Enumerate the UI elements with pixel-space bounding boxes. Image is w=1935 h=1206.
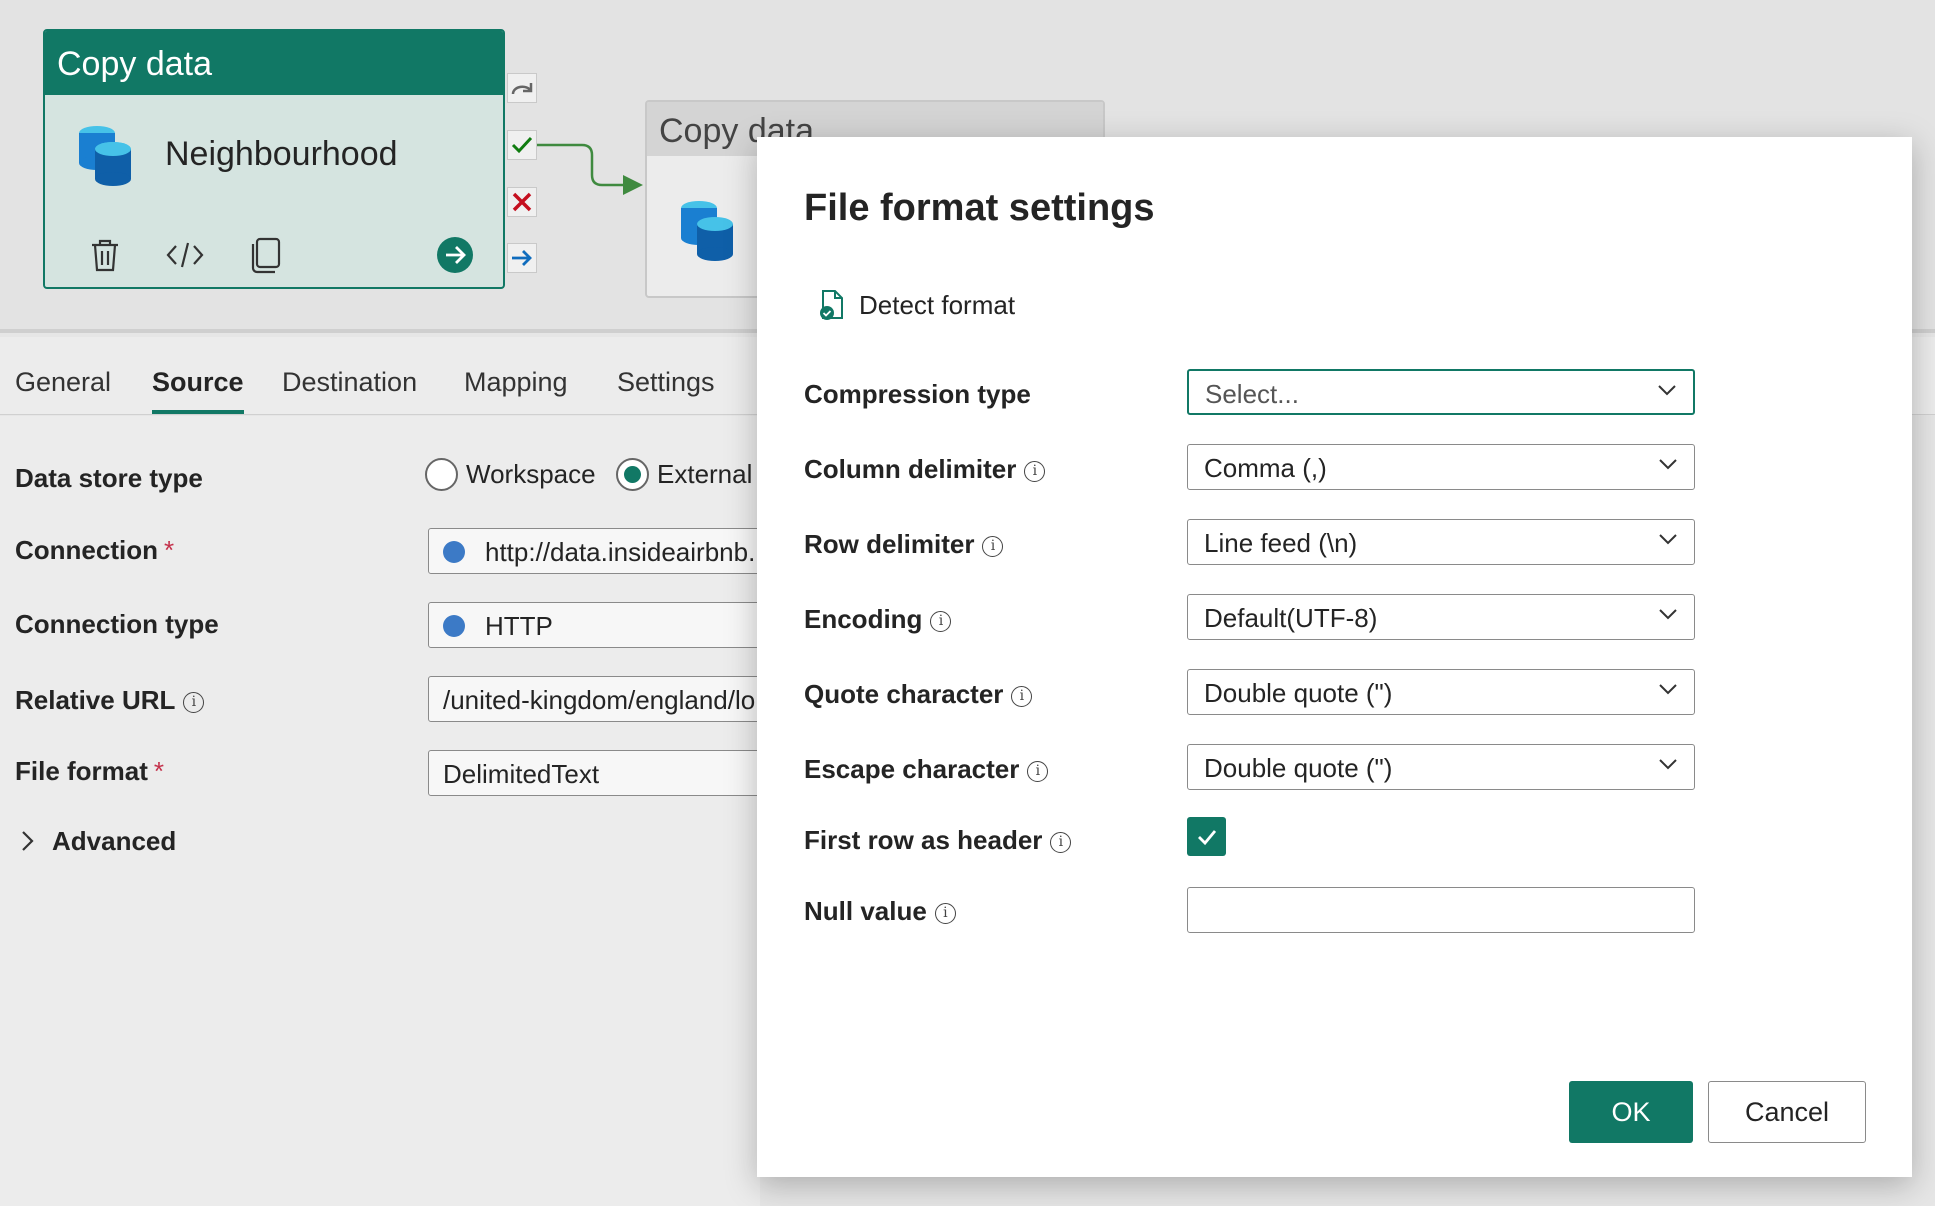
file-format-settings-dialog: File format settings Detect format Compr… [757,137,1912,1177]
escape-character-label: Escape character i [804,754,1049,785]
connection-value: http://data.insideairbnb. [485,537,756,567]
tab-mapping[interactable]: Mapping [464,367,568,410]
quote-character-label: Quote character i [804,679,1033,710]
checkmark-icon [1197,829,1216,845]
connection-type-select[interactable]: HTTP [428,602,768,648]
info-icon[interactable]: i [1050,832,1072,853]
encoding-label: Encoding i [804,604,952,635]
tab-settings[interactable]: Settings [617,367,715,410]
chevron-down-icon [1659,684,1677,695]
on-completion-connector-icon[interactable] [507,243,537,273]
required-mark: * [153,756,165,786]
cancel-button[interactable]: Cancel [1708,1081,1866,1143]
encoding-value: Default(UTF-8) [1204,603,1378,633]
row-delimiter-dropdown[interactable]: Line feed (\n) [1187,519,1695,565]
database-icon [681,201,733,261]
escape-character-dropdown[interactable]: Double quote (") [1187,744,1695,790]
relative-url-label: Relative URL i [15,685,205,716]
required-mark: * [164,535,175,565]
info-icon[interactable]: i [183,692,205,713]
chevron-down-icon [1659,609,1677,620]
chevron-down-icon [1659,459,1677,470]
relative-url-input[interactable]: /united-kingdom/england/lo [428,676,768,722]
external-radio-label: External [657,459,753,489]
success-connector-line [537,143,643,195]
data-store-type-label: Data store type [15,463,203,493]
radio-selected-icon [616,458,649,491]
dialog-title: File format settings [804,187,1155,229]
skip-connector-icon[interactable] [507,73,537,103]
encoding-dropdown[interactable]: Default(UTF-8) [1187,594,1695,640]
delete-icon[interactable] [85,233,125,277]
info-icon[interactable]: i [1011,686,1033,707]
copy-icon[interactable] [245,233,285,277]
database-icon [79,126,131,186]
relative-url-value: /united-kingdom/england/lo [443,685,756,715]
info-icon[interactable]: i [982,536,1004,557]
compression-type-label: Compression type [804,379,1031,409]
radio-unselected-icon [425,458,458,491]
web-connection-icon [443,541,465,563]
http-icon [443,615,465,637]
workspace-radio-label: Workspace [466,459,596,489]
file-format-select[interactable]: DelimitedText [428,750,768,796]
tab-source[interactable]: Source [152,367,244,414]
file-format-label: File format * [15,756,165,786]
copy-data-activity-neighbourhood[interactable]: Copy data Neighbourhood [43,29,505,289]
activity-title: Neighbourhood [165,135,398,173]
code-icon[interactable] [165,233,205,277]
escape-character-value: Double quote (") [1204,753,1393,783]
advanced-label: Advanced [52,826,177,856]
detect-format-button[interactable]: Detect format [819,289,1015,321]
advanced-expander[interactable]: Advanced [20,826,176,857]
column-delimiter-value: Comma (,) [1204,453,1327,483]
null-value-input[interactable] [1187,887,1695,933]
on-failure-connector-icon[interactable] [507,187,537,217]
info-icon[interactable]: i [930,611,952,632]
chevron-down-icon [1658,385,1676,396]
tab-general[interactable]: General [15,367,111,410]
compression-type-placeholder: Select... [1205,379,1299,409]
info-icon[interactable]: i [1027,761,1049,782]
column-delimiter-label: Column delimiter i [804,454,1046,485]
connection-type-label: Connection type [15,609,219,639]
on-success-connector-icon[interactable] [507,130,537,160]
activity-header: Copy data [45,31,503,95]
first-row-header-checkbox[interactable] [1187,817,1226,856]
quote-character-dropdown[interactable]: Double quote (") [1187,669,1695,715]
go-arrow-icon[interactable] [435,233,475,277]
detect-format-label: Detect format [859,289,1016,320]
ok-button[interactable]: OK [1569,1081,1693,1143]
column-delimiter-dropdown[interactable]: Comma (,) [1187,444,1695,490]
compression-type-dropdown[interactable]: Select... [1187,369,1695,415]
row-delimiter-value: Line feed (\n) [1204,528,1358,558]
quote-character-value: Double quote (") [1204,678,1393,708]
connection-type-value: HTTP [485,611,553,641]
chevron-right-icon [22,831,34,851]
row-delimiter-label: Row delimiter i [804,529,1004,560]
chevron-down-icon [1659,759,1677,770]
chevron-down-icon [1659,534,1677,545]
external-radio[interactable]: External [616,458,752,491]
info-icon[interactable]: i [1024,461,1046,482]
connection-select[interactable]: http://data.insideairbnb. [428,528,768,574]
null-value-label: Null value i [804,896,956,927]
connection-label: Connection * [15,535,175,565]
tab-destination[interactable]: Destination [282,367,417,410]
workspace-radio[interactable]: Workspace [425,458,596,491]
file-format-value: DelimitedText [443,759,600,789]
first-row-header-label: First row as header i [804,825,1072,856]
detect-format-icon [820,290,843,320]
info-icon[interactable]: i [934,903,956,924]
